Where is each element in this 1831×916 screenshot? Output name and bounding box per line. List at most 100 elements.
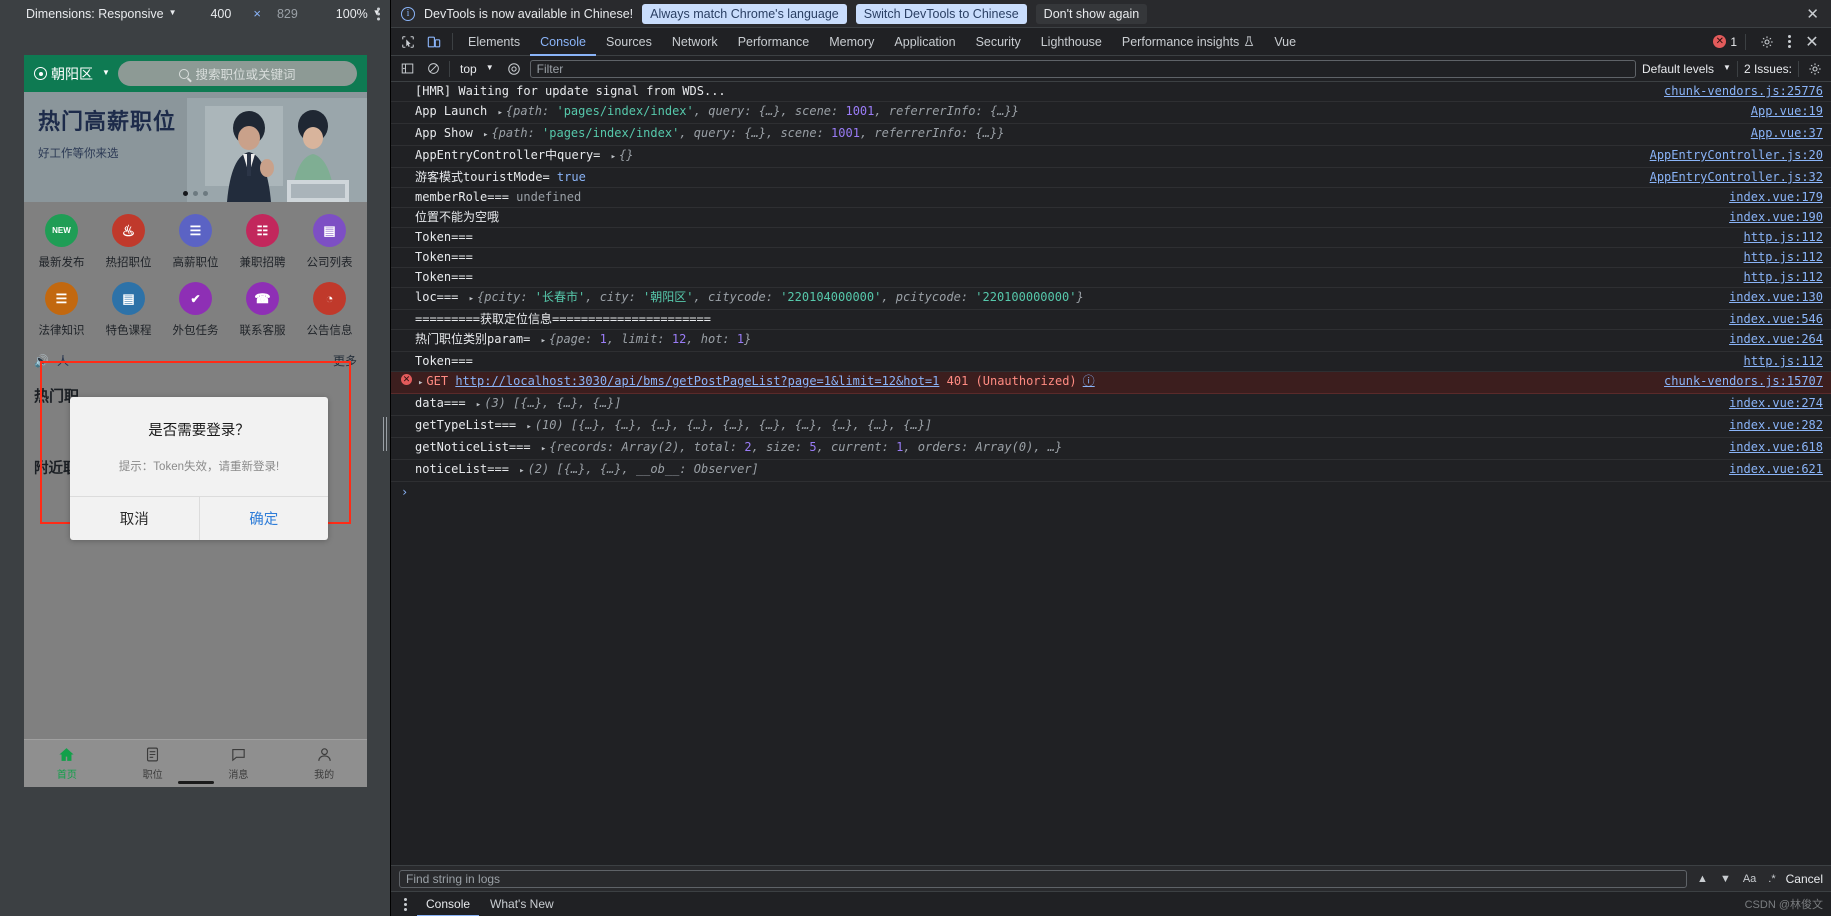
- log-token[interactable]: ▸: [418, 378, 423, 388]
- always-match-language-button[interactable]: Always match Chrome's language: [642, 3, 847, 24]
- log-source-link[interactable]: index.vue:274: [1729, 396, 1823, 411]
- console-settings-gear-icon[interactable]: [1805, 59, 1825, 79]
- tab-profile[interactable]: 我的: [281, 740, 367, 787]
- console-log-row[interactable]: Token=== http.js:112: [391, 248, 1831, 268]
- notice-strip[interactable]: 🔊 人 更多: [24, 346, 367, 375]
- console-prompt[interactable]: ›: [391, 482, 1831, 502]
- grid-item-4[interactable]: ▤ 公司列表: [296, 214, 363, 270]
- banner-carousel-dots[interactable]: [24, 191, 367, 196]
- grid-item-7[interactable]: ✔ 外包任务: [162, 282, 229, 338]
- log-source-link[interactable]: chunk-vendors.js:15707: [1664, 374, 1823, 389]
- grid-item-6[interactable]: ▤ 特色课程: [95, 282, 162, 338]
- log-source-link[interactable]: index.vue:190: [1729, 210, 1823, 225]
- log-source-link[interactable]: App.vue:19: [1751, 104, 1823, 119]
- close-devtools-icon[interactable]: ✕: [1799, 29, 1825, 55]
- console-sidebar-icon[interactable]: [397, 59, 417, 79]
- tab-sources[interactable]: Sources: [596, 28, 662, 56]
- dont-show-again-button[interactable]: Don't show again: [1035, 3, 1148, 24]
- execution-context-dropdown[interactable]: top ▼: [456, 62, 498, 76]
- issues-counter[interactable]: 2 Issues:: [1744, 62, 1792, 76]
- log-source-link[interactable]: chunk-vendors.js:25776: [1664, 84, 1823, 99]
- console-log-row[interactable]: data=== ▸ (3) [{…}, {…}, {…}] index.vue:27…: [391, 394, 1831, 416]
- grid-item-5[interactable]: ☰ 法律知识: [28, 282, 95, 338]
- log-token[interactable]: ▸: [611, 152, 616, 162]
- tab-vue[interactable]: Vue: [1264, 28, 1306, 56]
- console-log-row[interactable]: memberRole=== undefined index.vue:179: [391, 188, 1831, 208]
- live-expression-eye-icon[interactable]: [504, 59, 524, 79]
- console-log-list[interactable]: [HMR] Waiting for update signal from WDS…: [391, 82, 1831, 865]
- clear-console-icon[interactable]: [423, 59, 443, 79]
- settings-gear-icon[interactable]: [1754, 29, 1780, 55]
- log-source-link[interactable]: App.vue:37: [1751, 126, 1823, 141]
- console-log-row[interactable]: getNoticeList=== ▸ {records: Array(2), to…: [391, 438, 1831, 460]
- drawer-tab-console[interactable]: Console: [417, 892, 479, 916]
- grid-item-2[interactable]: ☰ 高薪职位: [162, 214, 229, 270]
- log-source-link[interactable]: index.vue:282: [1729, 418, 1823, 433]
- tab-performance-insights[interactable]: Performance insights: [1112, 28, 1264, 56]
- log-source-link[interactable]: http.js:112: [1744, 230, 1823, 245]
- log-token[interactable]: ▸: [519, 466, 524, 476]
- match-case-icon[interactable]: Aa: [1741, 873, 1758, 885]
- tab-home[interactable]: 首页: [24, 740, 110, 787]
- request-info-icon[interactable]: ⓘ: [1083, 374, 1095, 388]
- carousel-dot[interactable]: [193, 191, 198, 196]
- switch-to-chinese-button[interactable]: Switch DevTools to Chinese: [855, 3, 1027, 24]
- phone-viewport[interactable]: 朝阳区 ▼ 搜索职位或关键词 热门高薪职位 好工作等你来选 NEW 最新发布 ♨…: [24, 55, 367, 787]
- carousel-dot[interactable]: [183, 191, 188, 196]
- console-log-row[interactable]: 位置不能为空哦 index.vue:190: [391, 208, 1831, 228]
- grid-item-3[interactable]: ☷ 兼职招聘: [229, 214, 296, 270]
- pane-resize-handle[interactable]: [383, 417, 389, 451]
- log-source-link[interactable]: AppEntryController.js:20: [1650, 148, 1823, 163]
- tab-console[interactable]: Console: [530, 28, 596, 56]
- dimensions-dropdown[interactable]: Dimensions: Responsive ▼: [26, 7, 176, 21]
- search-input[interactable]: 搜索职位或关键词: [117, 61, 357, 86]
- console-log-row[interactable]: Token=== http.js:112: [391, 352, 1831, 372]
- log-source-link[interactable]: http.js:112: [1744, 250, 1823, 265]
- log-token[interactable]: ▸: [476, 400, 481, 410]
- tab-messages[interactable]: 消息: [196, 740, 282, 787]
- console-log-row[interactable]: Token=== http.js:112: [391, 228, 1831, 248]
- tab-memory[interactable]: Memory: [819, 28, 884, 56]
- console-filter-input[interactable]: [529, 59, 1636, 78]
- tab-performance[interactable]: Performance: [728, 28, 820, 56]
- toggle-device-toolbar-icon[interactable]: [421, 29, 447, 55]
- console-error-row[interactable]: ✕ ▸ GET http://localhost:3030/api/bms/getP…: [391, 372, 1831, 394]
- inspect-element-icon[interactable]: [395, 29, 421, 55]
- log-source-link[interactable]: index.vue:621: [1729, 462, 1823, 477]
- regex-icon[interactable]: .*: [1766, 873, 1777, 885]
- drawer-tab-whats-new[interactable]: What's New: [481, 892, 563, 916]
- console-log-row[interactable]: Token=== http.js:112: [391, 268, 1831, 288]
- grid-item-9[interactable]: ◔ 公告信息: [296, 282, 363, 338]
- log-token[interactable]: ▸: [541, 444, 546, 454]
- console-log-row[interactable]: loc=== ▸ {pcity: '长春市', city: '朝阳区', city…: [391, 288, 1831, 310]
- notice-more-link[interactable]: 更多: [333, 352, 357, 369]
- tab-elements[interactable]: Elements: [458, 28, 530, 56]
- log-source-link[interactable]: http.js:112: [1744, 354, 1823, 369]
- drawer-more-tools-icon[interactable]: [395, 894, 415, 914]
- find-prev-icon[interactable]: ▲: [1695, 873, 1710, 885]
- location-selector[interactable]: 朝阳区 ▼: [34, 64, 110, 84]
- log-token[interactable]: ▸: [497, 108, 502, 118]
- cancel-button[interactable]: 取消: [70, 497, 200, 540]
- tab-application[interactable]: Application: [884, 28, 965, 56]
- log-token[interactable]: ▸: [469, 294, 474, 304]
- log-source-link[interactable]: http.js:112: [1744, 270, 1823, 285]
- tab-network[interactable]: Network: [662, 28, 728, 56]
- log-source-link[interactable]: AppEntryController.js:32: [1650, 170, 1823, 185]
- console-log-row[interactable]: noticeList=== ▸ (2) [{…}, {…}, __ob__: Ob…: [391, 460, 1831, 482]
- console-log-row[interactable]: =========获取定位信息====================== ind…: [391, 310, 1831, 330]
- log-source-link[interactable]: index.vue:179: [1729, 190, 1823, 205]
- console-log-row[interactable]: [HMR] Waiting for update signal from WDS…: [391, 82, 1831, 102]
- log-source-link[interactable]: index.vue:546: [1729, 312, 1823, 327]
- devtools-more-options-icon[interactable]: [1788, 35, 1791, 48]
- console-log-row[interactable]: 热门职位类别param= ▸ {page: 1, limit: 12, hot: …: [391, 330, 1831, 352]
- log-token[interactable]: ▸: [526, 422, 531, 432]
- log-levels-dropdown[interactable]: Default levels ▼: [1642, 62, 1731, 76]
- zoom-dropdown[interactable]: 100% ▼: [336, 7, 381, 21]
- console-log-row[interactable]: App Launch ▸ {path: 'pages/index/index', …: [391, 102, 1831, 124]
- confirm-button[interactable]: 确定: [200, 497, 329, 540]
- grid-item-1[interactable]: ♨ 热招职位: [95, 214, 162, 270]
- device-height-input[interactable]: 829: [277, 7, 298, 21]
- tab-lighthouse[interactable]: Lighthouse: [1031, 28, 1112, 56]
- request-url-link[interactable]: http://localhost:3030/api/bms/getPostPag…: [455, 374, 939, 388]
